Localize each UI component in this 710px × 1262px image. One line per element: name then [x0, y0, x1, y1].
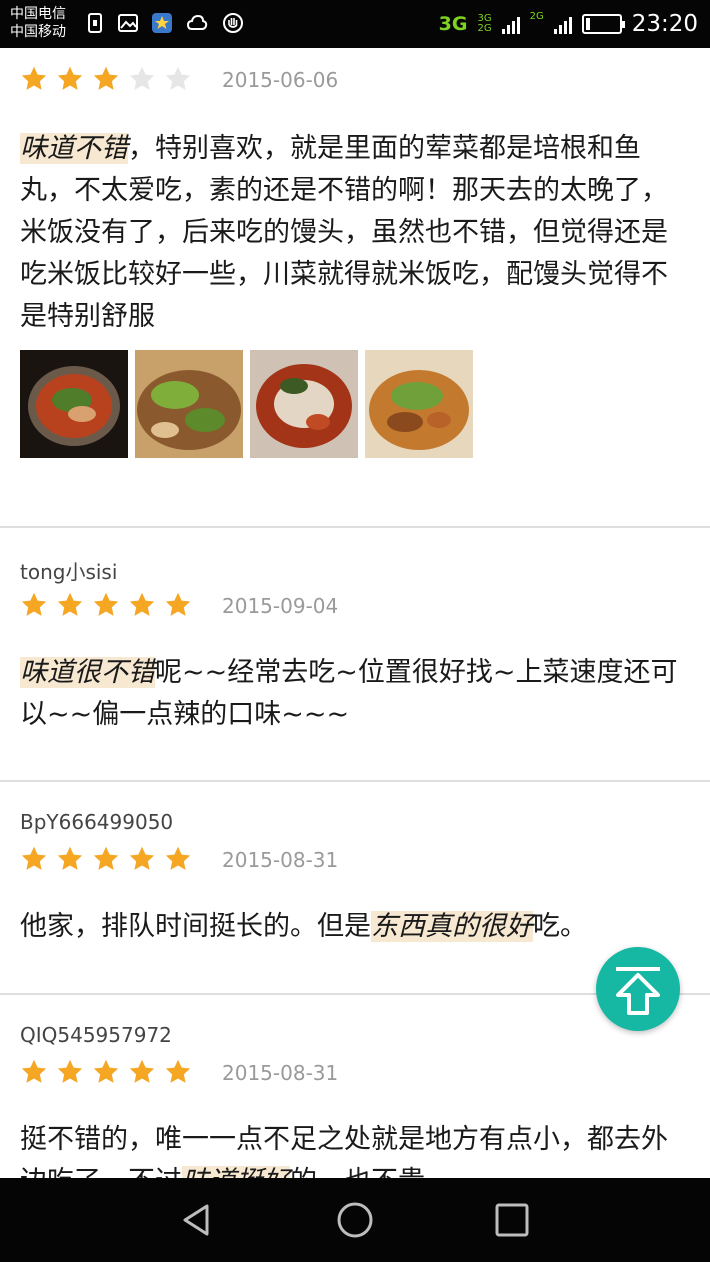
star-filled-icon: [129, 846, 155, 870]
clock: 23:20: [631, 11, 698, 37]
signal-bars-icon: [501, 14, 520, 34]
network-small-bottom: 2G: [477, 23, 492, 34]
weather-cloud-icon: [186, 14, 208, 30]
review-highlight: 味道很不错: [20, 657, 155, 688]
star-rating: [20, 1058, 192, 1086]
back-to-top-button[interactable]: [596, 947, 680, 1031]
review-photo[interactable]: [365, 350, 473, 458]
signal-bars-2-icon: [553, 14, 572, 34]
star-filled-icon: [93, 66, 119, 90]
status-bar: 中国电信 中国移动 3G 3G 2G 2G 23:20: [0, 0, 710, 48]
review-body-before: 他家，排队时间挺长的。但是: [20, 911, 371, 942]
star-filled-icon: [129, 1059, 155, 1083]
status-right: 3G 3G 2G 2G 23:20: [439, 0, 698, 48]
review-username[interactable]: BpY666499050: [20, 810, 173, 834]
arrow-up-icon: [616, 967, 660, 1015]
star-rating: [20, 845, 192, 873]
review-highlight: 味道挺好: [182, 1166, 290, 1178]
hand-icon: [223, 13, 243, 33]
star-rating: [20, 591, 192, 619]
review-highlight: 味道不错: [20, 133, 128, 164]
review-highlight: 东西真的很好: [371, 911, 533, 942]
sim-icon: [88, 13, 102, 33]
image-icon: [118, 14, 138, 32]
network-3g-label: 3G: [438, 13, 468, 35]
star-filled-icon: [21, 66, 47, 90]
star-filled-icon: [165, 592, 191, 616]
review-photo[interactable]: [20, 350, 128, 458]
review-photo[interactable]: [250, 350, 358, 458]
network-small-labels: 3G 2G: [477, 14, 491, 34]
star-filled-icon: [57, 846, 83, 870]
star-filled-icon: [93, 846, 119, 870]
divider: [0, 526, 710, 528]
network-2: 2G: [529, 11, 544, 22]
review-body-after: 吃。: [533, 911, 587, 942]
star-filled-icon: [21, 1059, 47, 1083]
star-filled-icon: [93, 1059, 119, 1083]
carrier-1: 中国电信: [10, 6, 66, 22]
star-filled-icon: [165, 846, 191, 870]
review-photos: [20, 350, 473, 458]
back-triangle-icon[interactable]: [177, 1200, 217, 1240]
review-date: 2015-09-04: [222, 594, 339, 618]
review-photo[interactable]: [135, 350, 243, 458]
review-text: 他家，排队时间挺长的。但是东西真的很好吃。: [20, 906, 690, 948]
star-filled-icon: [93, 592, 119, 616]
star-empty-icon: [165, 66, 191, 90]
review-username[interactable]: QIQ545957972: [20, 1023, 172, 1047]
carrier-labels: 中国电信 中国移动: [10, 5, 66, 41]
star-filled-icon: [57, 66, 83, 90]
battery-icon: [581, 14, 625, 34]
review-text: 味道很不错呢~~经常去吃~位置很好找~上菜速度还可以~~偏一点辣的口味~~~: [20, 652, 690, 736]
star-filled-icon: [129, 592, 155, 616]
carrier-2: 中国移动: [10, 24, 66, 40]
star-filled-icon: [57, 1059, 83, 1083]
divider: [0, 780, 710, 782]
star-filled-icon: [21, 846, 47, 870]
recent-square-icon[interactable]: [492, 1200, 532, 1240]
star-filled-icon: [57, 592, 83, 616]
review-body-after: 的，也不贵: [290, 1166, 425, 1178]
review-text: 挺不错的，唯一一点不足之处就是地方有点小，都去外边吃了，不过味道挺好的，也不贵: [20, 1119, 690, 1178]
favorite-app-icon: [152, 13, 172, 33]
home-circle-icon[interactable]: [335, 1200, 375, 1240]
review-text: 味道不错，特别喜欢，就是里面的荤菜都是培根和鱼丸，不太爱吃，素的还是不错的啊！那…: [20, 128, 690, 338]
network-2-label: 2G: [530, 12, 544, 36]
star-empty-icon: [129, 66, 155, 90]
review-date: 2015-08-31: [222, 1061, 339, 1085]
star-filled-icon: [165, 1059, 191, 1083]
star-rating: [20, 65, 192, 93]
review-username[interactable]: tong小sisi: [20, 556, 117, 585]
navigation-bar: [0, 1178, 710, 1262]
star-filled-icon: [21, 592, 47, 616]
review-date: 2015-06-06: [222, 68, 339, 92]
review-date: 2015-08-31: [222, 848, 339, 872]
